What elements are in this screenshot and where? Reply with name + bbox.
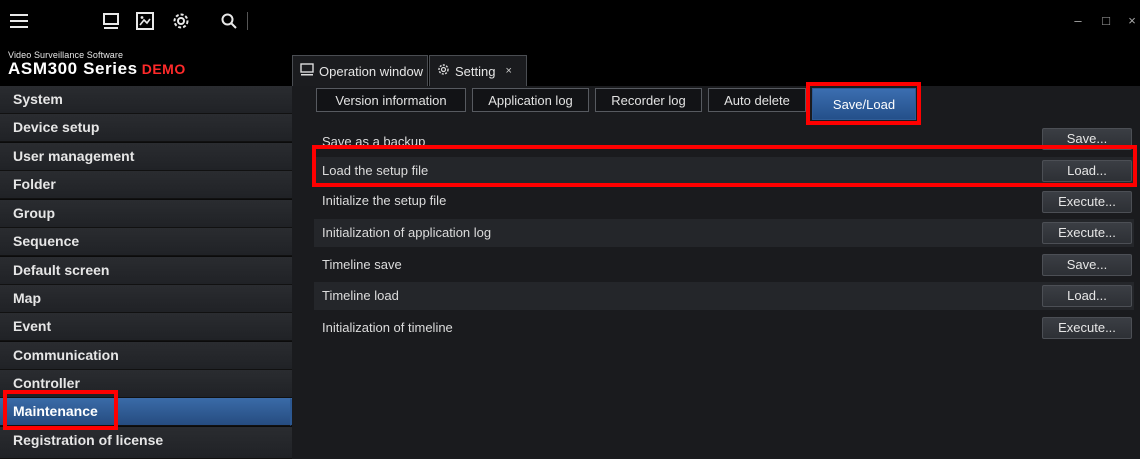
monitor-icon[interactable] (100, 10, 122, 32)
sidebar: System Device setup User management Fold… (0, 86, 292, 459)
gear-icon[interactable] (170, 10, 192, 32)
row-label: Initialize the setup file (322, 193, 447, 208)
tab-operation-window[interactable]: Operation window (292, 55, 428, 86)
initialize-timeline-button[interactable]: Execute... (1042, 317, 1132, 339)
sidebar-item-registration-of-license[interactable]: Registration of license (0, 427, 292, 459)
toolbar-separator (247, 12, 248, 30)
maximize-button[interactable]: □ (1098, 12, 1114, 30)
menu-icon[interactable] (8, 10, 30, 32)
tab-auto-delete[interactable]: Auto delete (708, 88, 806, 112)
row-timeline-save: Timeline save (314, 251, 1134, 279)
brand-title-text: ASM300 Series (8, 59, 138, 78)
sidebar-item-event[interactable]: Event (0, 313, 292, 341)
minimize-button[interactable]: – (1070, 12, 1086, 30)
sidebar-item-maintenance[interactable]: Maintenance (0, 398, 292, 426)
tab-application-log[interactable]: Application log (472, 88, 589, 112)
sidebar-item-sequence[interactable]: Sequence (0, 228, 292, 256)
sidebar-item-user-management[interactable]: User management (0, 143, 292, 171)
sidebar-item-default-screen[interactable]: Default screen (0, 257, 292, 285)
search-icon[interactable] (218, 10, 240, 32)
row-label: Load the setup file (322, 163, 429, 178)
image-icon[interactable] (134, 10, 156, 32)
tab-save-load[interactable]: Save/Load (812, 88, 916, 120)
demo-badge: DEMO (141, 61, 186, 77)
tab-setting[interactable]: Setting × (429, 55, 527, 86)
row-initialization-timeline: Initialization of timeline (314, 314, 1134, 342)
gear-icon (437, 63, 450, 79)
sidebar-item-system[interactable]: System (0, 86, 292, 114)
outer-tab-bar: Operation window Setting × (292, 55, 1140, 86)
timeline-load-button[interactable]: Load... (1042, 285, 1132, 307)
sidebar-item-map[interactable]: Map (0, 285, 292, 313)
close-icon[interactable]: × (505, 65, 511, 77)
tab-label: Setting (455, 63, 496, 79)
tab-label: Operation window (319, 63, 424, 79)
close-button[interactable]: × (1124, 12, 1140, 30)
sidebar-item-controller[interactable]: Controller (0, 370, 292, 398)
top-toolbar: – □ × (0, 0, 1140, 44)
row-label: Save as a backup (322, 134, 426, 149)
sidebar-item-folder[interactable]: Folder (0, 171, 292, 199)
tab-recorder-log[interactable]: Recorder log (595, 88, 702, 112)
row-save-as-backup: Save as a backup (314, 128, 1134, 156)
save-backup-button[interactable]: Save... (1042, 128, 1132, 150)
row-label: Initialization of timeline (322, 320, 453, 335)
row-timeline-load: Timeline load (314, 282, 1134, 310)
initialize-application-log-button[interactable]: Execute... (1042, 222, 1132, 244)
tab-version-information[interactable]: Version information (316, 88, 466, 112)
row-label: Timeline save (322, 257, 402, 272)
sidebar-item-group[interactable]: Group (0, 200, 292, 228)
row-label: Timeline load (322, 288, 399, 303)
brand-title: ASM300 Series DEMO (8, 59, 186, 79)
row-load-setup-file: Load the setup file (314, 157, 1134, 185)
row-initialization-application-log: Initialization of application log (314, 219, 1134, 247)
row-label: Initialization of application log (322, 225, 492, 240)
sidebar-item-device-setup[interactable]: Device setup (0, 114, 292, 142)
initialize-setup-file-button[interactable]: Execute... (1042, 191, 1132, 213)
load-setup-file-button[interactable]: Load... (1042, 160, 1132, 182)
timeline-save-button[interactable]: Save... (1042, 254, 1132, 276)
row-initialize-setup-file: Initialize the setup file (314, 187, 1134, 215)
sidebar-item-communication[interactable]: Communication (0, 342, 292, 370)
monitor-icon (300, 63, 314, 79)
